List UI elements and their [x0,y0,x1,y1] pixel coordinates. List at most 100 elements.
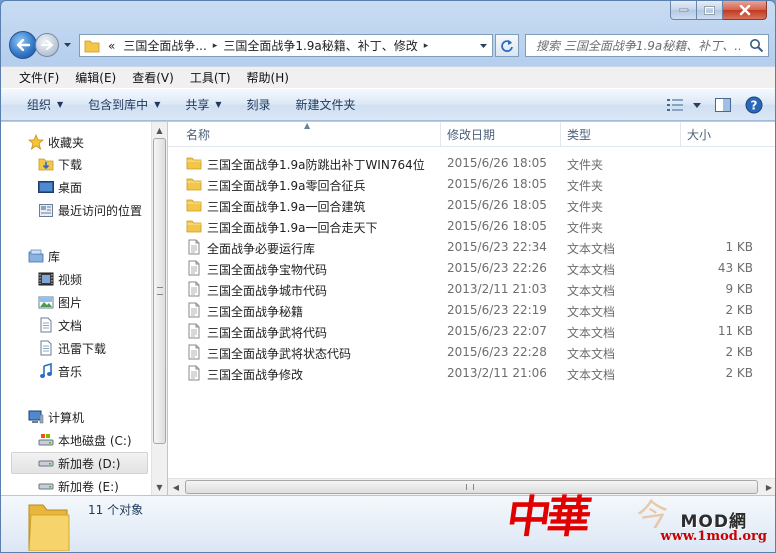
close-icon [739,4,750,15]
file-size: 2 KB [725,366,753,380]
star-icon [28,134,44,150]
search-icon[interactable] [749,38,764,53]
nav-drive-c[interactable]: 本地磁盘 (C:) [1,429,149,451]
minimize-button[interactable] [670,1,697,20]
file-date-modified: 2015/6/23 22:26 [447,261,547,275]
nav-videos-label: 视频 [58,272,83,287]
music-icon [38,363,54,379]
close-button[interactable] [723,1,767,20]
column-date-modified[interactable]: 修改日期 [441,122,561,147]
maximize-icon [704,5,715,15]
share-button[interactable]: 共享 ▼ [185,96,221,113]
file-size: 1 KB [725,240,753,254]
nav-music-label: 音乐 [58,364,83,379]
desktop-icon [38,179,54,195]
burn-label: 刻录 [246,98,271,112]
column-size[interactable]: 大小 [681,122,775,147]
new-folder-button[interactable]: 新建文件夹 [296,96,356,113]
file-row[interactable]: 三国全面战争1.9a一回合走天下 2015/6/26 18:05 文件夹 [174,216,758,237]
navigation-pane-scrollbar[interactable]: ▲ ▼ [151,122,167,495]
nav-drive-c-label: 本地磁盘 (C:) [58,433,132,448]
menu-help[interactable]: 帮助(H) [239,69,297,86]
scroll-thumb[interactable] [153,138,166,444]
address-dropdown[interactable] [474,35,492,56]
organize-button[interactable]: 组织 ▼ [27,96,63,113]
menu-view[interactable]: 查看(V) [124,69,182,86]
file-name: 三国全面战争城市代码 [207,284,328,298]
preview-pane-button[interactable] [715,98,731,112]
view-options-button[interactable] [667,99,701,111]
file-date-modified: 2015/6/26 18:05 [447,198,547,212]
nav-libraries[interactable]: 库 [1,245,149,267]
file-type: 文本文档 [567,242,616,256]
text-file-icon [188,302,200,318]
arrow-right-icon [41,40,53,50]
column-type[interactable]: 类型 [561,122,681,147]
nav-downloads[interactable]: 下载 [1,153,149,175]
file-row[interactable]: 三国全面战争1.9a零回合征兵 2015/6/26 18:05 文件夹 [174,174,758,195]
scroll-grip [157,287,163,295]
file-row[interactable]: 三国全面战争武将状态代码 2015/6/23 22:28 文本文档 2 KB [174,342,758,363]
drive-icon [38,455,54,471]
refresh-button[interactable] [495,34,519,57]
nav-videos[interactable]: 视频 [1,268,149,290]
include-in-library-button[interactable]: 包含到库中 ▼ [88,96,160,113]
nav-documents[interactable]: 文档 [1,314,149,336]
nav-thunder-downloads[interactable]: 迅雷下载 [1,337,149,359]
nav-pictures[interactable]: 图片 [1,291,149,313]
nav-computer[interactable]: 计算机 [1,406,149,428]
scroll-down-button[interactable]: ▼ [152,479,167,495]
nav-libraries-label: 库 [48,249,61,264]
file-row[interactable]: 三国全面战争1.9a一回合建筑 2015/6/26 18:05 文件夹 [174,195,758,216]
file-row[interactable]: 三国全面战争宝物代码 2015/6/23 22:26 文本文档 43 KB [174,258,758,279]
recent-pages-dropdown[interactable] [61,39,73,51]
file-date-modified: 2015/6/23 22:19 [447,303,547,317]
file-row[interactable]: 三国全面战争秘籍 2015/6/23 22:19 文本文档 2 KB [174,300,758,321]
file-name: 三国全面战争修改 [207,368,304,382]
search-input[interactable]: 搜索 三国全面战争1.9a秘籍、补丁、... [526,37,740,54]
nav-favorites[interactable]: 收藏夹 [1,131,149,153]
address-separator-end[interactable]: ▸ [422,41,431,51]
menu-tools[interactable]: 工具(T) [182,69,239,86]
chevron-down-icon: ▼ [154,100,161,109]
chevron-down-icon [479,43,487,48]
file-date-modified: 2015/6/23 22:28 [447,345,547,359]
column-date-label: 修改日期 [447,128,496,142]
drive-icon [38,478,54,494]
menu-file[interactable]: 文件(F) [11,69,67,86]
scroll-up-button[interactable]: ▲ [152,122,167,138]
text-file-icon [188,365,200,381]
file-row[interactable]: 三国全面战争武将代码 2015/6/23 22:07 文本文档 11 KB [174,321,758,342]
address-overflow[interactable]: « [100,39,119,53]
back-button[interactable] [9,31,37,59]
nav-recent-places[interactable]: 最近访问的位置 [1,199,149,221]
forward-button[interactable] [35,33,59,57]
address-segment-current[interactable]: 三国全面战争1.9a秘籍、补丁、修改 [219,37,421,54]
file-name: 三国全面战争武将状态代码 [207,347,352,361]
file-row[interactable]: 三国全面战争1.9a防跳出补丁WIN764位 2015/6/26 18:05 文件夹 [174,153,758,174]
menu-edit[interactable]: 编辑(E) [67,69,124,86]
address-segment-parent[interactable]: 三国全面战争... [119,37,210,54]
nav-music[interactable]: 音乐 [1,360,149,382]
help-button[interactable]: ? [745,96,763,114]
file-name: 三国全面战争1.9a一回合走天下 [207,221,378,235]
nav-recent-places-label: 最近访问的位置 [58,203,143,218]
explorer-window: « 三国全面战争... ▸ 三国全面战争1.9a秘籍、补丁、修改 ▸ 搜索 三国… [0,0,776,553]
nav-desktop[interactable]: 桌面 [1,176,149,198]
file-type: 文本文档 [567,326,616,340]
item-count: 11 个对象 [88,503,144,517]
nav-drive-d[interactable]: 新加卷 (D:) [11,452,148,474]
file-row[interactable]: 三国全面战争修改 2013/2/11 21:06 文本文档 2 KB [174,363,758,384]
address-bar[interactable]: « 三国全面战争... ▸ 三国全面战争1.9a秘籍、补丁、修改 ▸ [79,34,493,57]
file-row[interactable]: 全面战争必要运行库 2015/6/23 22:34 文本文档 1 KB [174,237,758,258]
search-box[interactable]: 搜索 三国全面战争1.9a秘籍、补丁、... [525,34,769,57]
file-row[interactable]: 三国全面战争城市代码 2013/2/11 21:03 文本文档 9 KB [174,279,758,300]
video-icon [38,271,54,287]
scroll-left-button[interactable]: ◀ [168,479,184,495]
maximize-button[interactable] [697,1,723,20]
nav-drive-e[interactable]: 新加卷 (E:) [1,475,149,495]
file-type: 文本文档 [567,347,616,361]
burn-button[interactable]: 刻录 [247,96,271,113]
watermark-url: www.1mod.org [660,529,768,544]
address-separator[interactable]: ▸ [211,41,220,51]
